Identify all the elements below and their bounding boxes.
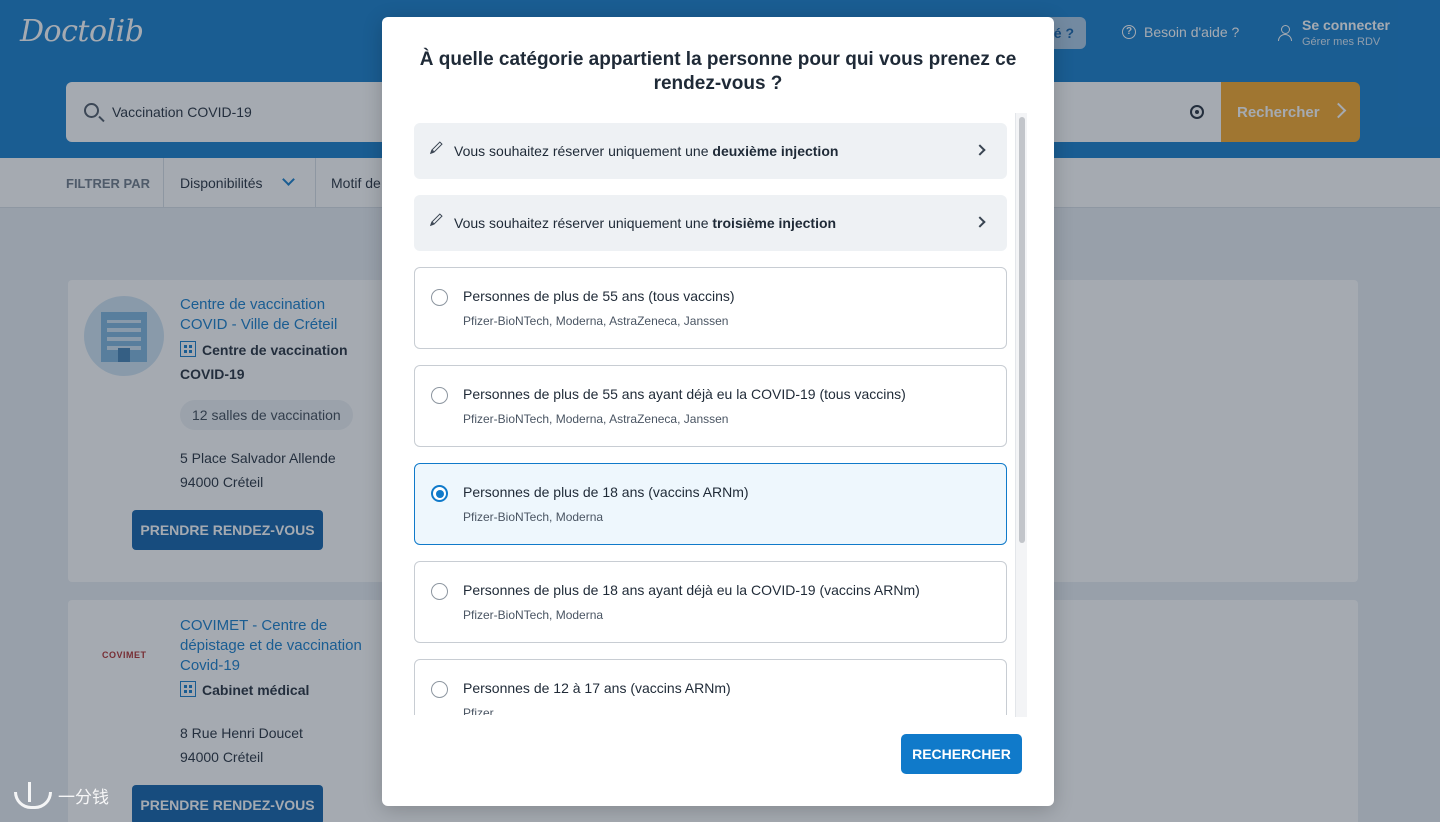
radio-button[interactable] <box>431 289 448 306</box>
option-vaccines: Pfizer <box>463 706 494 715</box>
search-submit-button[interactable]: RECHERCHER <box>901 734 1022 774</box>
option-vaccines: Pfizer-BioNTech, Moderna, AstraZeneca, J… <box>463 314 729 328</box>
pencil-icon <box>431 141 443 153</box>
radio-button-checked[interactable] <box>431 485 448 502</box>
shortcut-text: Vous souhaitez réserver uniquement une d… <box>454 143 838 159</box>
option-vaccines: Pfizer-BioNTech, Moderna <box>463 510 604 524</box>
scrollbar-thumb[interactable] <box>1019 117 1025 543</box>
radio-button[interactable] <box>431 583 448 600</box>
shortcut-bold: deuxième injection <box>712 143 839 159</box>
watermark-text: 一分钱 <box>58 787 109 807</box>
shortcut-bold: troisième injection <box>712 215 837 231</box>
category-option-selected[interactable]: Personnes de plus de 18 ans (vaccins ARN… <box>414 463 1007 545</box>
chevron-right-icon <box>974 216 986 228</box>
option-label: Personnes de plus de 18 ans (vaccins ARN… <box>463 484 749 500</box>
category-option[interactable]: Personnes de plus de 18 ans ayant déjà e… <box>414 561 1007 643</box>
radio-button[interactable] <box>431 681 448 698</box>
category-modal: À quelle catégorie appartient la personn… <box>382 17 1054 806</box>
option-vaccines: Pfizer-BioNTech, Moderna, AstraZeneca, J… <box>463 412 729 426</box>
chevron-right-icon <box>974 144 986 156</box>
radio-button[interactable] <box>431 387 448 404</box>
option-vaccines: Pfizer-BioNTech, Moderna <box>463 608 604 622</box>
shortcut-text: Vous souhaitez réserver uniquement une t… <box>454 215 836 231</box>
list-scrollbar[interactable] <box>1015 113 1027 717</box>
category-option[interactable]: Personnes de plus de 55 ans (tous vaccin… <box>414 267 1007 349</box>
option-label: Personnes de 12 à 17 ans (vaccins ARNm) <box>463 680 731 696</box>
watermark: 一分钱 <box>12 782 109 809</box>
pencil-icon <box>431 213 443 225</box>
second-injection-shortcut[interactable]: Vous souhaitez réserver uniquement une d… <box>414 123 1007 179</box>
category-option[interactable]: Personnes de 12 à 17 ans (vaccins ARNm) … <box>414 659 1007 715</box>
category-option[interactable]: Personnes de plus de 55 ans ayant déjà e… <box>414 365 1007 447</box>
download-icon <box>12 782 52 809</box>
option-label: Personnes de plus de 55 ans ayant déjà e… <box>463 386 906 402</box>
option-label: Personnes de plus de 55 ans (tous vaccin… <box>463 288 735 304</box>
third-injection-shortcut[interactable]: Vous souhaitez réserver uniquement une t… <box>414 195 1007 251</box>
shortcut-prefix: Vous souhaitez réserver uniquement une <box>454 143 713 159</box>
shortcut-prefix: Vous souhaitez réserver uniquement une <box>454 215 713 231</box>
modal-title: À quelle catégorie appartient la personn… <box>419 49 1017 94</box>
category-list[interactable]: Vous souhaitez réserver uniquement une d… <box>414 121 1007 715</box>
option-label: Personnes de plus de 18 ans ayant déjà e… <box>463 582 920 598</box>
